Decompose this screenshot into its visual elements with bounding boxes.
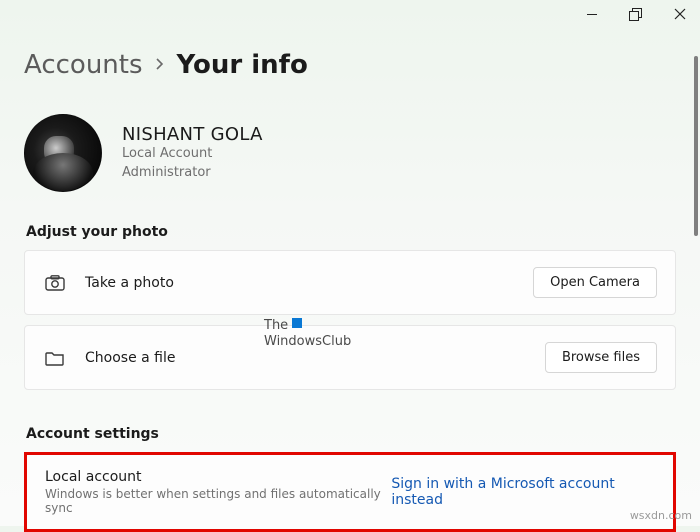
profile-role: Administrator	[122, 164, 263, 182]
section-title-photo: Adjust your photo	[26, 224, 676, 240]
local-account-desc: Windows is better when settings and file…	[45, 487, 391, 515]
section-title-account-settings: Account settings	[26, 426, 676, 442]
choose-file-label: Choose a file	[85, 350, 176, 366]
avatar	[24, 114, 102, 192]
sign-in-microsoft-link[interactable]: Sign in with a Microsoft account instead	[391, 476, 655, 508]
browse-files-button[interactable]: Browse files	[545, 342, 657, 373]
page-title: Your info	[177, 50, 308, 80]
window-controls	[584, 6, 688, 22]
breadcrumb-parent[interactable]: Accounts	[24, 50, 143, 80]
scrollbar-thumb[interactable]	[694, 56, 698, 236]
profile-account-type: Local Account	[122, 145, 263, 163]
row-choose-file: Choose a file Browse files	[24, 325, 676, 390]
camera-icon	[43, 275, 67, 291]
source-credit: wsxdn.com	[630, 509, 692, 522]
minimize-button[interactable]	[584, 6, 600, 22]
row-take-photo: Take a photo Open Camera	[24, 250, 676, 315]
chevron-right-icon	[155, 56, 165, 75]
profile-name: NISHANT GOLA	[122, 124, 263, 145]
highlight-annotation: Local account Windows is better when set…	[24, 452, 676, 532]
row-local-account: Local account Windows is better when set…	[27, 455, 673, 529]
profile-header: NISHANT GOLA Local Account Administrator	[24, 114, 676, 192]
close-button[interactable]	[672, 6, 688, 22]
breadcrumb: Accounts Your info	[24, 50, 676, 80]
folder-icon	[43, 350, 67, 366]
take-photo-label: Take a photo	[85, 275, 174, 291]
maximize-button[interactable]	[628, 6, 644, 22]
local-account-title: Local account	[45, 469, 391, 485]
open-camera-button[interactable]: Open Camera	[533, 267, 657, 298]
